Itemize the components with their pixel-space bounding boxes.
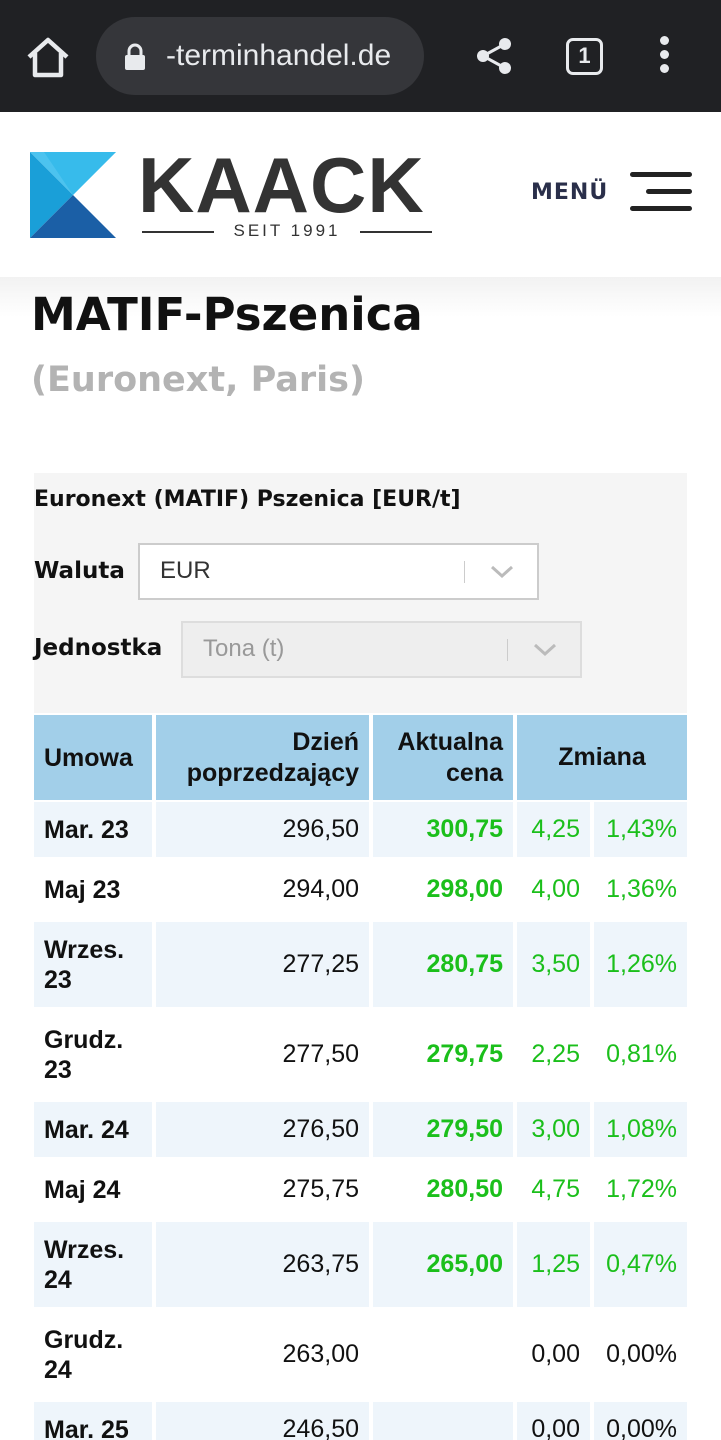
current-price-cell: 279,75 (426, 1040, 503, 1068)
previous-price-cell: 277,50 (282, 1040, 359, 1068)
change-percent-cell: 0,81% (606, 1040, 677, 1068)
menu-label[interactable]: MENÜ (531, 180, 608, 205)
previous-price-cell: 296,50 (156, 802, 369, 857)
current-price-cell: 279,50 (373, 1102, 513, 1157)
table-header-row: Umowa Dzień poprzedzający Aktualna cena … (34, 715, 687, 800)
table-row: Mar. 24 276,50 279,50 3,00 1,08% (34, 1102, 687, 1157)
change-percent-cell: 1,36% (606, 875, 677, 903)
table-row: Maj 23 294,00 298,00 4,00 1,36% (34, 862, 687, 917)
logo-tagline: SEIT 1991 (142, 221, 432, 242)
widget-title: Euronext (MATIF) Pszenica [EUR/t] (34, 487, 461, 512)
current-price-cell: 300,75 (373, 802, 513, 857)
previous-price-cell: 276,50 (156, 1102, 369, 1157)
current-price-cell: 280,75 (373, 922, 513, 1007)
price-widget: Euronext (MATIF) Pszenica [EUR/t] Waluta… (34, 473, 687, 713)
hamburger-menu-icon[interactable] (630, 172, 692, 214)
change-cell: 3,00 (517, 1102, 590, 1157)
unit-label: Jednostka (34, 635, 163, 661)
page-subtitle: (Euronext, Paris) (31, 360, 365, 400)
previous-price-cell: 277,25 (156, 922, 369, 1007)
header-current-price: Aktualna cena (373, 715, 513, 800)
contract-cell: Maj 23 (44, 875, 121, 904)
change-cell: 4,25 (517, 802, 590, 857)
current-price-cell (373, 1402, 513, 1440)
url-text: -terminhandel.de (166, 39, 392, 72)
previous-price-cell: 275,75 (282, 1175, 359, 1203)
table-row: Maj 24 275,75 280,50 4,75 1,72% (34, 1162, 687, 1217)
contract-cell: Mar. 24 (34, 1102, 152, 1157)
table-row: Wrzes. 23 277,25 280,75 3,50 1,26% (34, 922, 687, 1007)
header-change: Zmiana (517, 715, 687, 800)
kaack-logo[interactable]: KAACK SEIT 1991 (30, 141, 440, 242)
currency-label: Waluta (34, 558, 125, 584)
home-icon[interactable] (22, 32, 74, 84)
unit-value: Tona (t) (203, 635, 285, 662)
change-cell: 3,50 (517, 922, 590, 1007)
tab-count: 1 (578, 43, 591, 68)
table-row: Grudz. 24 263,00 0,00 0,00% (34, 1312, 687, 1397)
contract-cell: Wrzes. 24 (34, 1222, 152, 1307)
contract-cell: Wrzes. 23 (34, 922, 152, 1007)
previous-price-cell: 246,50 (156, 1402, 369, 1440)
change-percent-cell: 1,72% (606, 1175, 677, 1203)
change-cell: 4,00 (531, 875, 580, 903)
more-icon[interactable] (656, 36, 672, 78)
chevron-down-icon (533, 643, 557, 657)
contract-cell: Grudz. 24 (44, 1325, 124, 1384)
table-row: Wrzes. 24 263,75 265,00 1,25 0,47% (34, 1222, 687, 1307)
browser-toolbar: -terminhandel.de 1 (0, 0, 721, 112)
previous-price-cell: 294,00 (282, 875, 359, 903)
lock-icon (125, 43, 145, 70)
contract-cell: Mar. 23 (34, 802, 152, 857)
change-cell: 2,25 (531, 1040, 580, 1068)
change-percent-cell: 1,43% (594, 802, 687, 857)
change-percent-cell: 0,47% (594, 1222, 687, 1307)
change-cell: 0,00 (531, 1340, 580, 1368)
previous-price-cell: 263,75 (156, 1222, 369, 1307)
unit-select: Tona (t) (181, 621, 582, 678)
change-percent-cell: 1,26% (594, 922, 687, 1007)
current-price-cell: 265,00 (373, 1222, 513, 1307)
table-row: Mar. 25 246,50 0,00 0,00% (34, 1402, 687, 1440)
currency-select[interactable]: EUR (138, 543, 539, 600)
logo-mark-icon (30, 152, 116, 238)
address-bar[interactable]: -terminhandel.de (96, 17, 424, 95)
site-header: KAACK SEIT 1991 MENÜ (0, 112, 721, 277)
change-cell: 4,75 (531, 1175, 580, 1203)
previous-price-cell: 263,00 (282, 1340, 359, 1368)
contract-cell: Maj 24 (44, 1175, 121, 1204)
table-row: Grudz. 23 277,50 279,75 2,25 0,81% (34, 1012, 687, 1097)
change-percent-cell: 0,00% (594, 1402, 687, 1440)
tabs-icon[interactable]: 1 (566, 38, 603, 75)
current-price-cell: 280,50 (426, 1175, 503, 1203)
header-contract: Umowa (34, 715, 152, 800)
table-row: Mar. 23 296,50 300,75 4,25 1,43% (34, 802, 687, 857)
currency-value: EUR (160, 557, 211, 584)
share-icon[interactable] (474, 36, 514, 76)
change-percent-cell: 1,08% (594, 1102, 687, 1157)
logo-wordmark: KAACK (138, 141, 425, 229)
current-price-cell: 298,00 (426, 875, 503, 903)
change-cell: 1,25 (517, 1222, 590, 1307)
change-cell: 0,00 (517, 1402, 590, 1440)
change-percent-cell: 0,00% (606, 1340, 677, 1368)
contract-cell: Mar. 25 (34, 1402, 152, 1440)
current-price-cell (373, 1312, 513, 1397)
header-previous-day: Dzień poprzedzający (156, 715, 369, 800)
chevron-down-icon (490, 565, 514, 579)
page-title: MATIF-Pszenica (31, 288, 423, 341)
contract-cell: Grudz. 23 (44, 1025, 124, 1084)
